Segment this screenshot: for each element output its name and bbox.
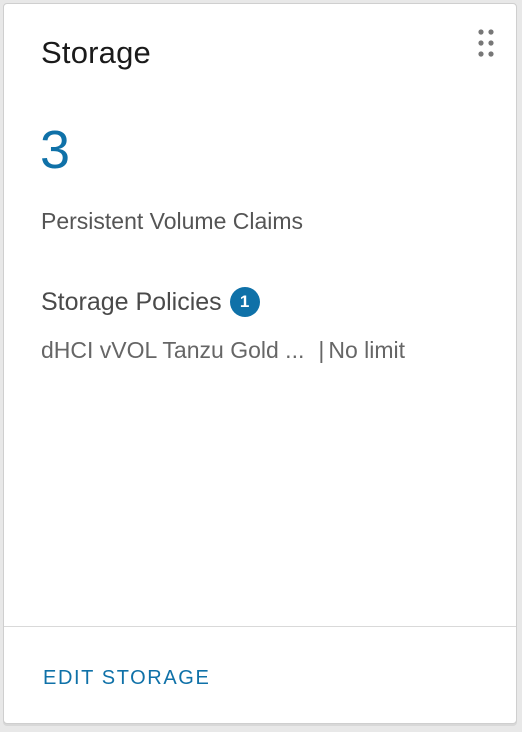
storage-policy-item: dHCI vVOL Tanzu Gold ... | No limit (41, 334, 491, 366)
policy-separator: | (318, 337, 325, 363)
policy-limit: No limit (328, 337, 405, 363)
policy-count-badge: 1 (229, 287, 260, 317)
pvc-count: 3 (40, 120, 71, 180)
storage-policies-title: Storage Policies (41, 288, 222, 316)
edit-storage-button[interactable]: EDIT STORAGE (43, 665, 210, 691)
policy-name: dHCI vVOL Tanzu Gold ... (41, 337, 305, 363)
storage-policies-heading: Storage Policies 1 (41, 286, 260, 318)
footer-divider (4, 626, 516, 627)
pvc-count-label: Persistent Volume Claims (41, 208, 304, 234)
card-title: Storage (41, 35, 151, 70)
drag-handle-icon[interactable] (478, 29, 494, 57)
storage-card: Storage 3 Persistent Volume Claims Stora… (3, 3, 517, 724)
